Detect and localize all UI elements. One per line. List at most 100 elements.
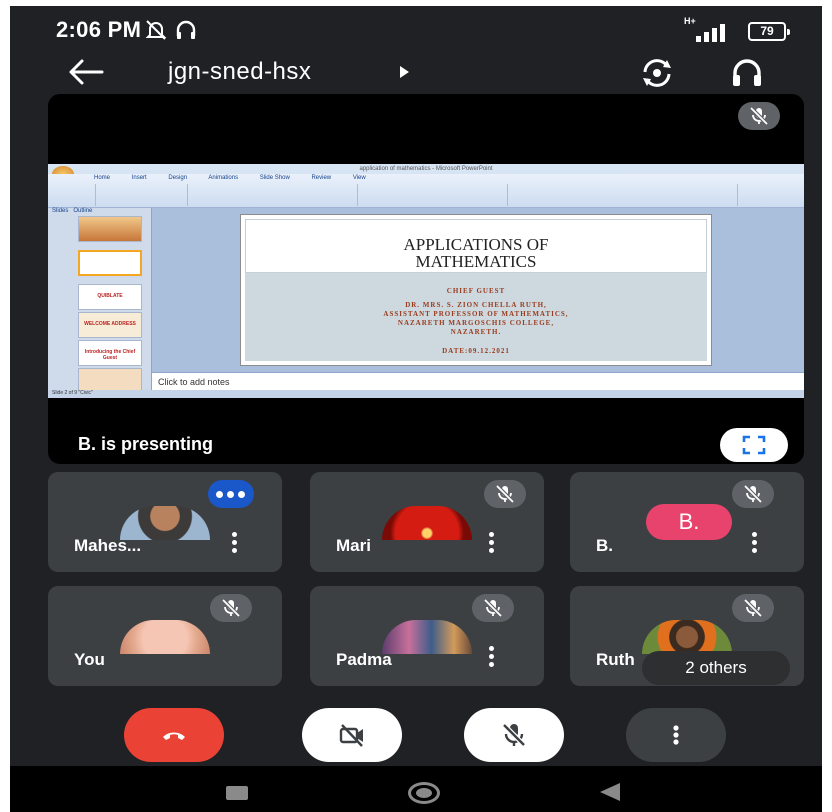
mic-off-icon (743, 598, 763, 618)
slide-line3: NAZARETH MARGOSCHIS COLLEGE, (397, 319, 555, 327)
android-nav-bar (10, 766, 822, 812)
participant-avatar-letter: B. (646, 504, 732, 540)
thumb-text: Introducing the Chief Guest (84, 349, 136, 361)
mic-off-icon (221, 598, 241, 618)
meet-screen: 2:06 PM H+ 79 jgn-sned-hsx application o… (10, 6, 822, 812)
ppt-tab: Slide Show (259, 175, 290, 181)
presenter-muted-badge (738, 102, 780, 130)
ppt-slides-panel: Slides Outline QUIBLATE WELCOME ADDRESS … (48, 208, 152, 394)
slide-title-line2: MATHEMATICS (415, 252, 537, 271)
participant-name: Mahes... (74, 536, 142, 555)
participant-tile-mahes[interactable]: Mahes... (48, 472, 282, 572)
speaking-indicator-icon (208, 480, 254, 508)
meeting-code[interactable]: jgn-sned-hsx (168, 58, 311, 86)
nav-back-icon[interactable] (600, 783, 620, 801)
participant-name: Padma (336, 650, 392, 669)
participant-tile-padma[interactable]: Padma (310, 586, 544, 686)
participant-avatar-photo (642, 620, 732, 654)
status-bar: 2:06 PM H+ 79 (10, 6, 822, 52)
slide-body: CHIEF GUEST DR. MRS. S. ZION CHELLA RUTH… (245, 273, 707, 361)
participant-muted-badge (210, 594, 252, 622)
ppt-notes-pane: Click to add notes (152, 372, 804, 390)
ppt-tab: Design (168, 175, 188, 181)
participant-tile-you[interactable]: You (48, 586, 282, 686)
participant-muted-badge (484, 480, 526, 508)
participant-avatar-photo (382, 620, 472, 654)
more-vert-icon (673, 725, 679, 745)
slide-thumbnail: QUIBLATE (78, 284, 142, 310)
shared-screen-powerpoint: application of mathematics - Microsoft P… (48, 164, 804, 398)
thumb-text: QUIBLATE (97, 293, 123, 299)
ppt-tab: View (352, 175, 366, 181)
participant-avatar-photo (382, 506, 472, 540)
participant-avatar-photo (120, 506, 210, 540)
caret-right-icon[interactable] (400, 66, 409, 78)
mic-off-icon (495, 484, 515, 504)
current-slide: APPLICATIONS OF MATHEMATICS CHIEF GUEST … (240, 214, 712, 366)
ppt-panel-tab: Outline (73, 208, 93, 214)
ppt-panel-tabs: Slides Outline (52, 208, 92, 214)
mic-off-icon (502, 723, 526, 747)
ppt-slide-area: APPLICATIONS OF MATHEMATICS CHIEF GUEST … (152, 208, 804, 390)
ppt-tab: Animations (208, 175, 239, 181)
participant-name: B. (596, 536, 613, 555)
slide-line2: ASSISTANT PROFESSOR OF MATHEMATICS, (383, 310, 569, 318)
slide-thumbnail (78, 250, 142, 276)
others-participants-pill[interactable]: 2 others (642, 651, 790, 685)
more-options-icon[interactable] (743, 528, 767, 558)
slide-title-line1: APPLICATIONS OF (403, 235, 549, 254)
participant-muted-badge (732, 480, 774, 508)
slide-thumbnail: WELCOME ADDRESS (78, 312, 142, 338)
mic-toggle-button[interactable] (464, 708, 564, 762)
battery-level: 79 (760, 24, 774, 38)
back-arrow-icon[interactable] (66, 56, 106, 88)
participant-tile-b[interactable]: B. B. (570, 472, 804, 572)
participant-avatar-photo (120, 620, 210, 654)
slide-line1: DR. MRS. S. ZION CHELLA RUTH, (405, 301, 547, 309)
ppt-tab: Home (94, 175, 111, 181)
hang-up-icon (163, 732, 185, 740)
participant-tile-mari[interactable]: Mari (310, 472, 544, 572)
ppt-ribbon: Home Insert Design Animations Slide Show… (48, 174, 804, 208)
more-options-icon[interactable] (223, 528, 247, 558)
slide-line4: NAZARETH. (450, 328, 502, 336)
mic-off-icon (483, 598, 503, 618)
video-off-icon (339, 724, 363, 747)
slide-date: DATE:09.12.2021 (442, 347, 510, 355)
participant-name: Ruth (596, 650, 635, 669)
slide-title-box: APPLICATIONS OF MATHEMATICS (245, 219, 707, 273)
headset-status-icon (176, 20, 196, 39)
mic-off-icon (749, 106, 769, 126)
meeting-top-bar: jgn-sned-hsx (10, 52, 822, 98)
ppt-panel-tab: Slides (52, 208, 69, 214)
ppt-window-title: application of mathematics - Microsoft P… (48, 164, 804, 174)
more-options-icon[interactable] (480, 528, 504, 558)
thumb-text: WELCOME ADDRESS (84, 321, 136, 327)
camera-toggle-button[interactable] (302, 708, 402, 762)
ppt-ribbon-tabs: Home Insert Design Animations Slide Show… (94, 175, 386, 181)
presenter-label: B. is presenting (78, 434, 214, 454)
fullscreen-button[interactable] (720, 428, 788, 462)
switch-camera-icon[interactable] (638, 54, 676, 92)
ppt-status-bar: Slide 2 of 9 "Civic" (48, 390, 804, 398)
slide-thumbnail (78, 216, 142, 242)
battery-icon: 79 (748, 22, 790, 41)
mic-off-icon (743, 484, 763, 504)
ppt-tab: Insert (131, 175, 147, 181)
participant-muted-badge (732, 594, 774, 622)
ppt-tab: Review (311, 175, 332, 181)
fullscreen-icon (742, 435, 766, 455)
end-call-button[interactable] (124, 708, 224, 762)
more-options-icon[interactable] (480, 642, 504, 672)
notification-off-icon (145, 20, 167, 40)
status-time: 2:06 PM (56, 17, 142, 42)
audio-output-headphones-icon[interactable] (728, 54, 766, 92)
participant-name: You (74, 650, 105, 669)
presentation-tile[interactable]: application of mathematics - Microsoft P… (48, 94, 804, 464)
more-options-button[interactable] (626, 708, 726, 762)
slide-chief-guest: CHIEF GUEST (446, 287, 506, 295)
signal-icon (696, 24, 725, 42)
home-icon[interactable] (408, 782, 440, 804)
participant-name: Mari (336, 536, 371, 555)
recents-icon[interactable] (226, 786, 248, 800)
